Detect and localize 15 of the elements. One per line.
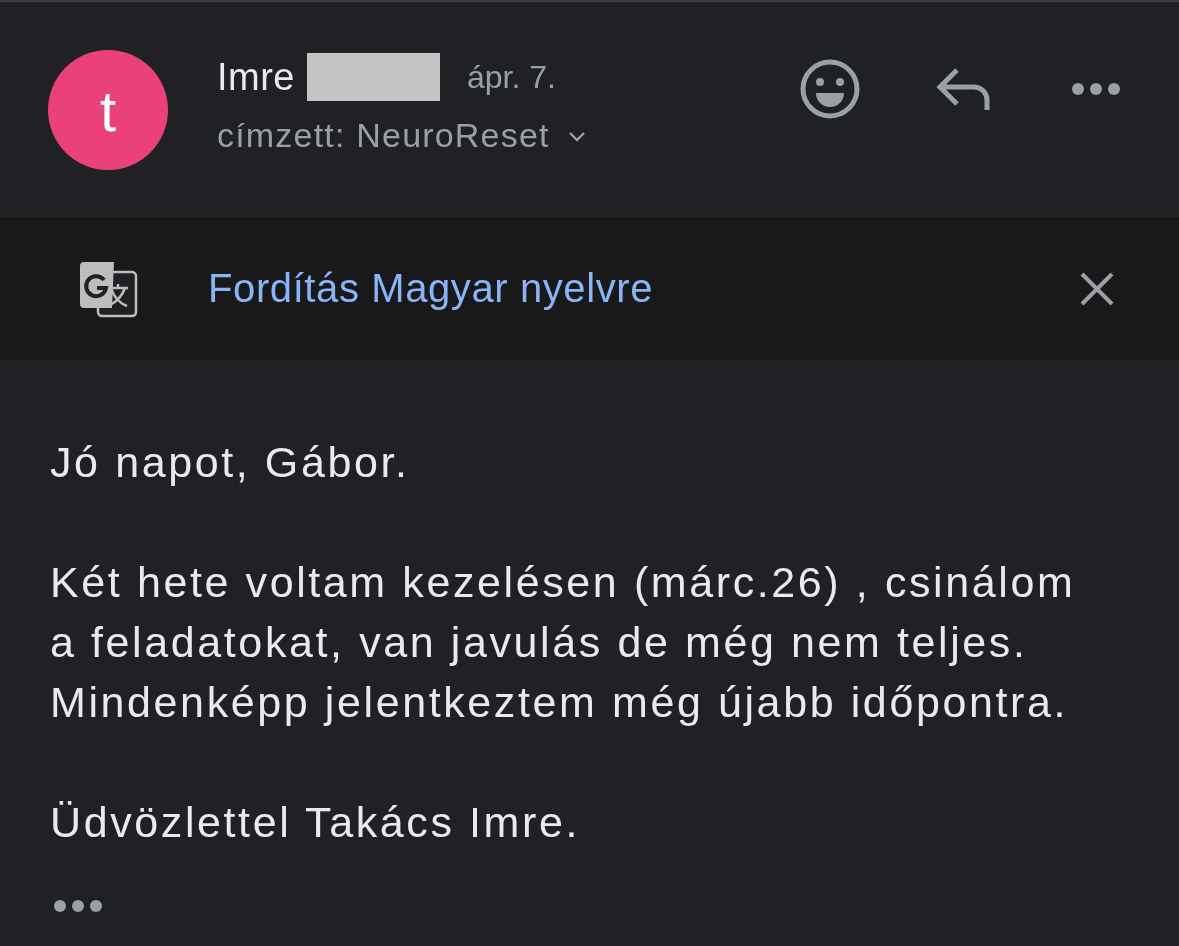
recipient-label: címzett: NeuroReset [217,116,550,155]
body-paragraph: Üdvözlettel Takács Imre. [50,797,581,848]
message-date: ápr. 7. [467,58,556,96]
body-paragraph: Jó napot, Gábor. [50,437,411,488]
smiley-icon[interactable] [799,58,861,120]
reply-icon[interactable] [935,66,991,112]
close-icon[interactable] [1079,270,1115,307]
avatar: t [48,50,168,170]
show-trimmed-icon[interactable] [53,899,103,913]
more-options-icon[interactable] [1071,82,1121,96]
body-paragraph: Két hete voltam kezelésen (márc.26) , csinálom a feladatokat, van javulás de még nem teljes. Mindenképp jelentkeztem még újabb időpontra. [50,557,1077,728]
translate-link[interactable]: Fordítás Magyar nyelvre [208,266,654,311]
sender-name: Imre [217,55,295,99]
chevron-down-icon[interactable] [567,129,586,142]
translate-icon [78,259,138,318]
